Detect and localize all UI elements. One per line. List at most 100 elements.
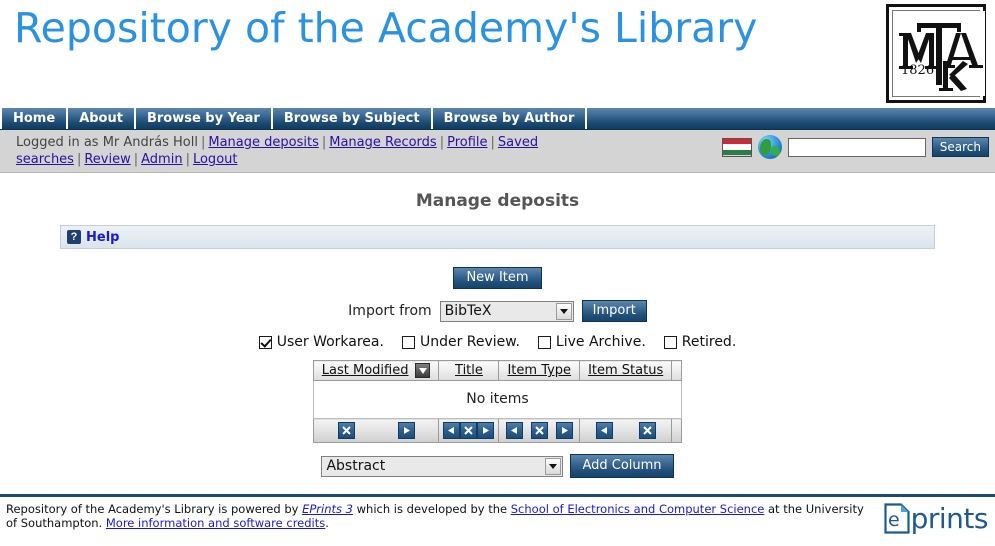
nav-item-browse-by-author[interactable]: Browse by Author <box>433 108 588 129</box>
logged-in-label: Logged in as Mr András Holl <box>16 135 198 150</box>
status-filters: User Workarea. Under Review. Live Archiv… <box>0 334 995 350</box>
checkbox-live-archive[interactable] <box>537 335 551 349</box>
separator: | <box>76 152 82 167</box>
footer-text-1: Repository of the Academy's Library is p… <box>6 502 303 516</box>
import-format-select[interactable]: BibTeX <box>439 300 574 322</box>
link-admin[interactable]: Admin <box>141 152 182 167</box>
globe-icon[interactable] <box>757 135 782 159</box>
page-root: Repository of the Academy's Library 1826… <box>0 0 995 546</box>
eprints-wordmark: prints <box>910 501 989 535</box>
search-input[interactable] <box>787 137 926 157</box>
import-format-select-wrap: BibTeX <box>439 300 574 322</box>
separator: | <box>200 135 206 150</box>
table-head: Last Modified Title Item Type Item Statu… <box>312 360 683 381</box>
footer-text-4: . <box>325 516 329 530</box>
column-controls-item-type <box>498 418 581 443</box>
checkbox-user-workarea[interactable] <box>258 335 272 349</box>
link-eprints-3[interactable]: EPrints 3 <box>302 502 353 516</box>
main-navigation: Home About Browse by Year Browse by Subj… <box>0 108 995 130</box>
footer-credits: Repository of the Academy's Library is p… <box>6 502 866 530</box>
sort-link-title[interactable]: Title <box>455 363 483 378</box>
sort-link-item-type[interactable]: Item Type <box>507 363 571 378</box>
link-school-ecs[interactable]: School of Electronics and Computer Scien… <box>511 502 765 516</box>
move-right-icon[interactable] <box>555 422 573 439</box>
move-right-icon[interactable] <box>397 422 415 439</box>
import-row: Import from BibTeX Import <box>0 300 995 322</box>
user-bar: Logged in as Mr András Holl | Manage depos… <box>0 130 995 173</box>
separator: | <box>490 135 495 150</box>
column-header-item-type: Item Type <box>498 360 581 381</box>
eprints-e-letter: e <box>888 509 900 531</box>
column-header-title: Title <box>438 360 500 381</box>
help-bar[interactable]: ? Help <box>60 225 935 249</box>
hungarian-flag-icon[interactable] <box>721 137 752 157</box>
remove-column-icon[interactable] <box>638 422 656 439</box>
filter-live-archive[interactable]: Live Archive. <box>537 334 646 350</box>
sort-link-item-status[interactable]: Item Status <box>588 363 663 378</box>
import-button[interactable]: Import <box>581 300 647 322</box>
remove-column-icon[interactable] <box>337 422 355 439</box>
filter-label: Under Review. <box>419 334 520 350</box>
eprints-logo: e prints <box>884 501 989 535</box>
empty-message: No items <box>312 380 683 419</box>
remove-column-icon[interactable] <box>460 422 478 439</box>
search-area: Search <box>721 135 989 159</box>
remove-column-icon[interactable] <box>530 422 548 439</box>
mtak-logo-inner: 1826 <box>892 10 985 97</box>
filter-under-review[interactable]: Under Review. <box>401 334 520 350</box>
filter-label: Retired. <box>681 334 737 350</box>
column-controls-title <box>438 418 500 443</box>
add-column-select-wrap: Abstract <box>321 455 564 477</box>
separator: | <box>439 135 445 150</box>
main-content: Manage deposits ? Help New Item Import f… <box>0 191 995 520</box>
filter-retired[interactable]: Retired. <box>663 334 737 350</box>
add-column-button[interactable]: Add Column <box>570 454 674 478</box>
add-column-row: Abstract Add Column <box>0 454 995 478</box>
column-controls-spacer <box>671 418 683 443</box>
column-header-last-modified: Last Modified <box>312 360 440 381</box>
column-controls-item-status <box>579 418 673 443</box>
link-review[interactable]: Review <box>84 152 130 167</box>
link-manage-deposits[interactable]: Manage deposits <box>208 135 318 150</box>
move-left-icon[interactable] <box>595 422 613 439</box>
sort-link-last-modified[interactable]: Last Modified <box>322 363 409 378</box>
move-left-icon[interactable] <box>443 422 461 439</box>
new-item-row: New Item <box>0 267 995 289</box>
checkbox-retired[interactable] <box>663 335 677 349</box>
link-more-information[interactable]: More information and software credits <box>106 516 325 530</box>
column-controls-last-modified <box>312 418 440 443</box>
nav-item-home[interactable]: Home <box>0 108 69 129</box>
search-button[interactable]: Search <box>931 137 989 157</box>
column-controls-row <box>312 418 683 443</box>
nav-item-about[interactable]: About <box>68 108 136 129</box>
column-header-item-status: Item Status <box>579 360 673 381</box>
checkbox-under-review[interactable] <box>401 335 415 349</box>
filter-label: Live Archive. <box>555 334 646 350</box>
help-label: Help <box>86 229 120 245</box>
link-logout[interactable]: Logout <box>193 152 238 167</box>
move-right-icon[interactable] <box>477 422 495 439</box>
link-manage-records[interactable]: Manage Records <box>329 135 436 150</box>
separator: | <box>185 152 190 167</box>
link-profile[interactable]: Profile <box>447 135 487 150</box>
eprints-document-icon: e <box>884 503 910 534</box>
table-header-row: Last Modified Title Item Type Item Statu… <box>312 360 683 381</box>
deposits-table-wrap: Last Modified Title Item Type Item Statu… <box>0 360 995 443</box>
footer-text-2: which is developed by the <box>352 502 511 516</box>
mtak-logo: 1826 <box>886 4 986 103</box>
new-item-button[interactable]: New Item <box>453 267 542 289</box>
import-from-label: Import from <box>348 303 432 319</box>
nav-item-browse-by-year[interactable]: Browse by Year <box>136 108 273 129</box>
filter-label: User Workarea. <box>276 334 384 350</box>
filter-user-workarea[interactable]: User Workarea. <box>258 334 384 350</box>
sort-descending-icon[interactable] <box>415 363 431 378</box>
question-mark-icon: ? <box>67 230 81 244</box>
site-footer: Repository of the Academy's Library is p… <box>0 494 995 546</box>
site-header: Repository of the Academy's Library 1826 <box>0 0 995 108</box>
mtak-logo-graphic: 1826 <box>893 11 985 96</box>
add-column-select[interactable]: Abstract <box>321 455 564 477</box>
nav-item-browse-by-subject[interactable]: Browse by Subject <box>273 108 433 129</box>
move-left-icon[interactable] <box>505 422 523 439</box>
table-row-empty: No items <box>312 380 683 419</box>
